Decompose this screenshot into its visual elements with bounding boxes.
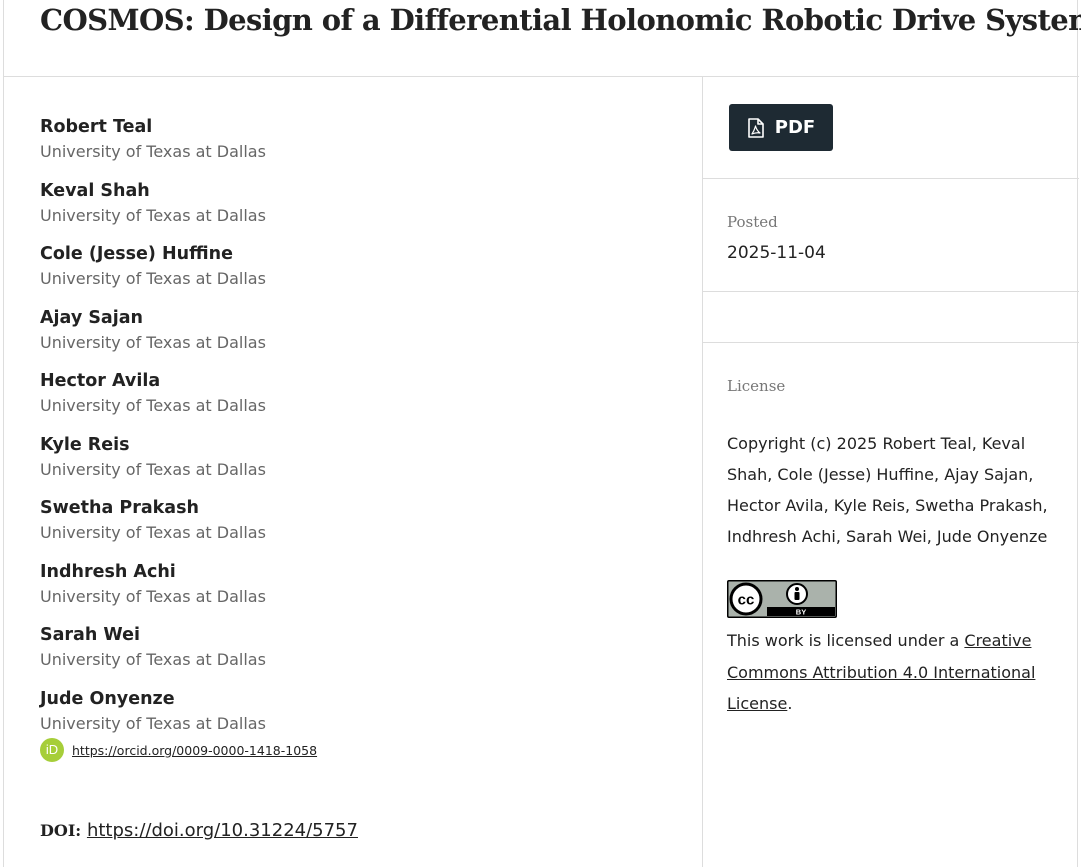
orcid-icon: iD (40, 738, 64, 762)
author-item: Swetha Prakash University of Texas at Da… (40, 496, 680, 560)
author-affiliation: University of Texas at Dallas (40, 332, 266, 352)
author-item: Indhresh Achi University of Texas at Dal… (40, 560, 680, 624)
sidebar-empty-block (703, 292, 1079, 343)
cc-by-text: BY (796, 608, 806, 617)
sidebar-posted-block: Posted 2025-11-04 (703, 179, 1079, 292)
posted-label: Posted (727, 213, 778, 231)
cc-by-badge-graphic: cc BY (727, 580, 837, 618)
license-note: This work is licensed under a Creative C… (727, 625, 1067, 720)
author-name: Kyle Reis (40, 434, 130, 455)
author-item: Cole (Jesse) Huffine University of Texas… (40, 242, 680, 306)
author-affiliation: University of Texas at Dallas (40, 713, 266, 733)
authors-list: Robert Teal University of Texas at Dalla… (40, 115, 680, 750)
author-affiliation: University of Texas at Dallas (40, 142, 266, 161)
author-name: Swetha Prakash (40, 498, 199, 518)
author-affiliation: University of Texas at Dallas (40, 205, 266, 225)
doi-label: DOI: (40, 821, 82, 840)
author-affiliation: University of Texas at Dallas (40, 459, 266, 479)
author-name: Indhresh Achi (40, 561, 176, 582)
orcid-row: iD https://orcid.org/0009-0000-1418-1058 (40, 738, 317, 762)
copyright-text: Copyright (c) 2025 Robert Teal, Keval Sh… (727, 434, 1048, 546)
author-name: Jude Onyenze (40, 688, 175, 709)
author-name: Keval Shah (40, 180, 150, 201)
author-affiliation: University of Texas at Dallas (40, 396, 266, 415)
sidebar-download-block: PDF (703, 77, 1079, 179)
author-item: Sarah Wei University of Texas at Dallas (40, 623, 680, 687)
posted-date: 2025-11-04 (727, 243, 826, 263)
author-name: Sarah Wei (40, 625, 140, 645)
file-pdf-icon (747, 117, 764, 138)
page-title: COSMOS: Design of a Differential Holonom… (40, 3, 1081, 37)
svg-text:cc: cc (738, 592, 755, 609)
doi-link[interactable]: https://doi.org/10.31224/5757 (87, 820, 358, 841)
article-page: COSMOS: Design of a Differential Holonom… (3, 0, 1081, 867)
author-affiliation: University of Texas at Dallas (40, 586, 266, 606)
orcid-link[interactable]: https://orcid.org/0009-0000-1418-1058 (72, 743, 317, 758)
author-name: Cole (Jesse) Huffine (40, 244, 233, 264)
author-affiliation: University of Texas at Dallas (40, 269, 266, 288)
pdf-download-button[interactable]: PDF (729, 104, 833, 151)
author-name: Ajay Sajan (40, 307, 143, 328)
author-affiliation: University of Texas at Dallas (40, 523, 266, 542)
author-item: Ajay Sajan University of Texas at Dallas (40, 306, 680, 370)
sidebar-license-block: License Copyright (c) 2025 Robert Teal, … (703, 343, 1079, 743)
author-item: Kyle Reis University of Texas at Dallas (40, 433, 680, 497)
cc-by-badge-icon[interactable]: cc BY (727, 580, 837, 618)
author-name: Hector Avila (40, 371, 161, 391)
license-suffix: . (787, 694, 793, 713)
title-area: COSMOS: Design of a Differential Holonom… (4, 0, 1081, 77)
license-label: License (727, 377, 786, 395)
author-name: Robert Teal (40, 117, 153, 137)
author-item: Keval Shah University of Texas at Dallas (40, 179, 680, 243)
author-item: Robert Teal University of Texas at Dalla… (40, 115, 680, 179)
doi-row: DOI: https://doi.org/10.31224/5757 (40, 818, 358, 844)
author-affiliation: University of Texas at Dallas (40, 650, 266, 669)
author-item: Hector Avila University of Texas at Dall… (40, 369, 680, 433)
pdf-button-label: PDF (774, 117, 816, 138)
license-prefix: This work is licensed under a (727, 631, 965, 650)
